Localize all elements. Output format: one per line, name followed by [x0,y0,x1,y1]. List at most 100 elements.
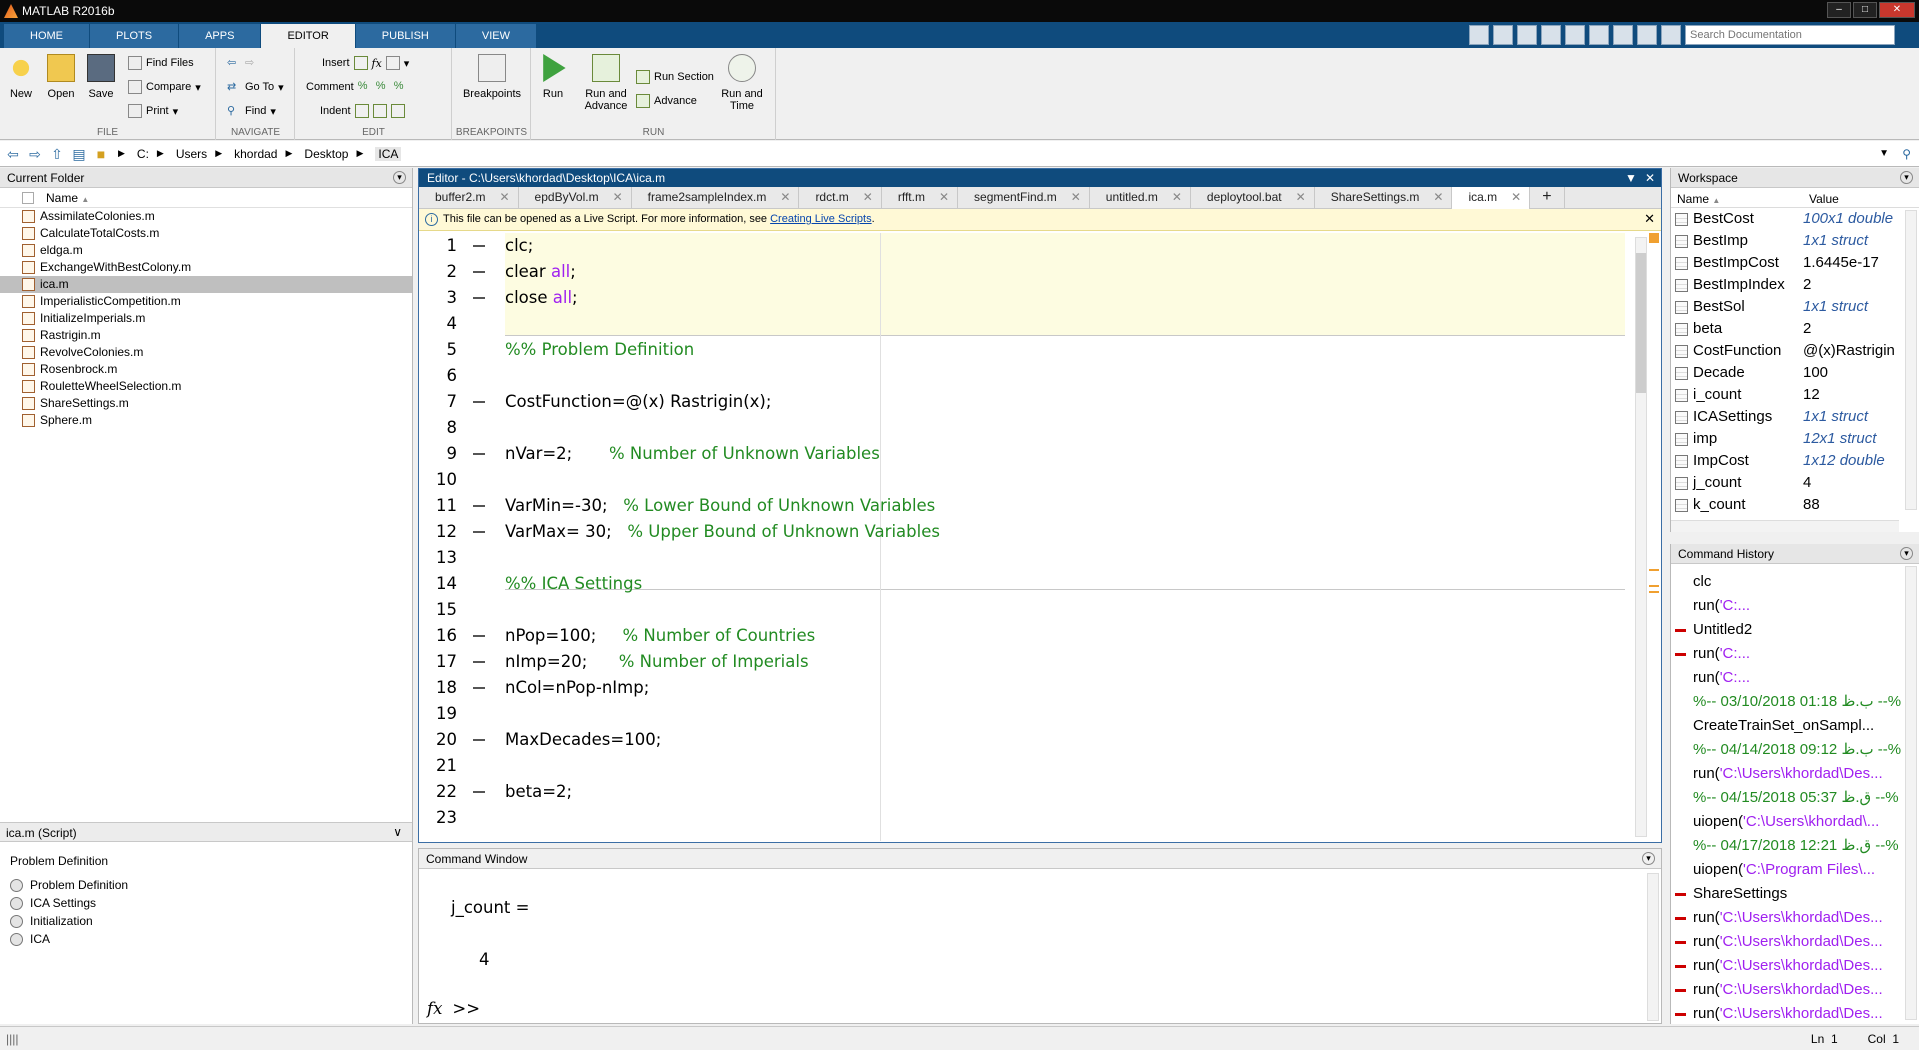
history-item[interactable]: ShareSettings [1671,882,1919,906]
code-line[interactable]: nVar=2; % Number of Unknown Variables [505,441,880,467]
workspace-horizontal-scrollbar[interactable] [1671,520,1899,532]
line-number[interactable]: 20 [436,727,457,753]
scroll-thumb[interactable] [1636,253,1646,393]
close-tab-icon[interactable]: ✕ [499,187,509,209]
code-line[interactable]: clc; [505,233,533,259]
line-number[interactable]: 5 [447,337,458,363]
code-line[interactable]: beta=2; [505,779,572,805]
code-line[interactable]: %% ICA Settings [505,571,642,597]
line-number[interactable]: 13 [436,545,457,571]
workspace-variable-row[interactable]: i_count 12 [1671,384,1919,406]
tab-editor[interactable]: EDITOR [261,24,355,48]
code-line[interactable]: clear all; [505,259,576,285]
file-item[interactable]: Rastrigin.m [0,327,412,344]
file-item[interactable]: AssimilateColonies.m [0,208,412,225]
line-number[interactable]: 11 [436,493,457,519]
line-number[interactable]: 2 [447,259,458,285]
indent-button[interactable]: Indent [320,102,405,120]
history-item[interactable]: uiopen('C:\Program Files\... [1671,858,1919,882]
history-scrollbar[interactable] [1905,566,1917,1020]
file-item[interactable]: ShareSettings.m [0,395,412,412]
breakpoints-button[interactable]: Breakpoints [459,54,525,100]
advance-button[interactable]: Advance [636,92,697,110]
back-forward-buttons[interactable]: ⇦ ⇨ [227,54,259,72]
history-item[interactable]: run('C:\Users\khordad\Des... [1671,762,1919,786]
breakpoint-dash[interactable] [473,661,485,663]
code-line[interactable]: VarMin=-30; % Lower Bound of Unknown Var… [505,493,935,519]
search-folder-icon[interactable]: ⚲ [1902,147,1911,161]
undo-icon[interactable] [1589,25,1609,45]
file-tab[interactable]: rfft.m ✕ [882,187,959,209]
paste-icon[interactable] [1565,25,1585,45]
history-item[interactable]: run('C:\Users\khordad\Des... [1671,1002,1919,1026]
line-number[interactable]: 4 [447,311,458,337]
line-number[interactable]: 9 [447,441,458,467]
code-line[interactable]: CostFunction=@(x) Rastrigin(x); [505,389,771,415]
code-area[interactable]: 1 2 3 4 5 6 7 8 9 10 11 12 13 14 15 16 17 18 19 20 21 22 23 cl… [419,233,1631,841]
line-number[interactable]: 17 [436,649,457,675]
print-button[interactable]: Print ▾ [128,102,178,120]
help-icon[interactable] [1661,25,1681,45]
history-session-stamp[interactable]: %-- 03/10/2018 01:18 ب.ظ --% [1671,690,1919,714]
breadcrumb-ica[interactable]: ICA [375,146,402,161]
line-number[interactable]: 1 [447,233,458,259]
history-item[interactable]: run('C:... [1671,594,1919,618]
close-tab-icon[interactable]: ✕ [863,187,873,209]
file-tab[interactable]: deploytool.bat ✕ [1191,187,1315,209]
name-column-header[interactable]: Name ▲ [0,188,412,208]
breadcrumb-drive[interactable]: C: [137,147,149,161]
copy-icon[interactable] [1541,25,1561,45]
code-line[interactable]: VarMax= 30; % Upper Bound of Unknown Var… [505,519,940,545]
compare-button[interactable]: Compare ▾ [128,78,201,96]
panel-actions-icon[interactable]: ▾ [1900,171,1913,184]
panel-actions-icon[interactable]: ▾ [1900,547,1913,560]
details-header[interactable]: ica.m (Script) ∨ [0,822,412,842]
new-button[interactable]: New [0,54,42,100]
creating-live-scripts-link[interactable]: Creating Live Scripts [770,213,872,225]
file-item-selected[interactable]: ica.m [0,276,412,293]
history-item[interactable]: run('C:\Users\khordad\Des... [1671,954,1919,978]
comment-button[interactable]: Comment % % % [306,78,408,96]
code-line[interactable]: nCol=nPop-nImp; [505,675,649,701]
file-item[interactable]: ExchangeWithBestColony.m [0,259,412,276]
maximize-button[interactable]: □ [1853,2,1877,18]
workspace-variable-row[interactable]: CostFunction @(x)Rastrigin [1671,340,1919,362]
line-number[interactable]: 23 [436,805,457,831]
save-icon[interactable] [1493,25,1513,45]
workspace-variable-row[interactable]: BestImp 1x1 struct [1671,230,1919,252]
run-section-button[interactable]: Run Section [636,68,714,86]
workspace-variable-row[interactable]: j_count 4 [1671,472,1919,494]
line-number[interactable]: 6 [447,363,458,389]
find-button[interactable]: ⚲ Find ▾ [227,102,276,120]
workspace-vertical-scrollbar[interactable] [1905,210,1917,510]
new-tab-button[interactable]: + [1530,187,1565,209]
minimize-button[interactable]: – [1827,2,1851,18]
close-tab-icon[interactable]: ✕ [613,187,623,209]
close-tab-icon[interactable]: ✕ [1172,187,1182,209]
breadcrumb-users[interactable]: Users [176,147,207,161]
line-number[interactable]: 8 [447,415,458,441]
breakpoint-dash[interactable] [473,687,485,689]
code-line[interactable]: nImp=20; % Number of Imperials [505,649,809,675]
code-line[interactable]: nPop=100; % Number of Countries [505,623,815,649]
file-item[interactable]: CalculateTotalCosts.m [0,225,412,242]
file-tab-active[interactable]: ica.m ✕ [1452,187,1531,209]
line-number[interactable]: 15 [436,597,457,623]
history-item[interactable]: run('C:\Users\khordad\Des... [1671,978,1919,1002]
breakpoint-dash[interactable] [473,297,485,299]
command-window-scrollbar[interactable] [1647,873,1659,1021]
file-item[interactable]: RouletteWheelSelection.m [0,378,412,395]
workspace-variable-row[interactable]: k_count 88 [1671,494,1919,516]
file-item[interactable]: RevolveColonies.m [0,344,412,361]
panel-actions-icon[interactable]: ▾ [393,171,406,184]
workspace-variable-row[interactable]: Decade 100 [1671,362,1919,384]
command-prompt[interactable]: fx >> [427,999,480,1018]
history-session-stamp[interactable]: %-- 04/15/2018 05:37 ق.ظ --% [1671,786,1919,810]
chevron-down-icon[interactable]: ∨ [393,825,402,839]
line-number[interactable]: 10 [436,467,457,493]
cut-icon[interactable] [1517,25,1537,45]
breakpoint-dash[interactable] [473,791,485,793]
tab-home[interactable]: HOME [4,24,89,48]
file-item[interactable]: Sphere.m [0,412,412,429]
breadcrumb-khordad[interactable]: khordad [234,147,277,161]
